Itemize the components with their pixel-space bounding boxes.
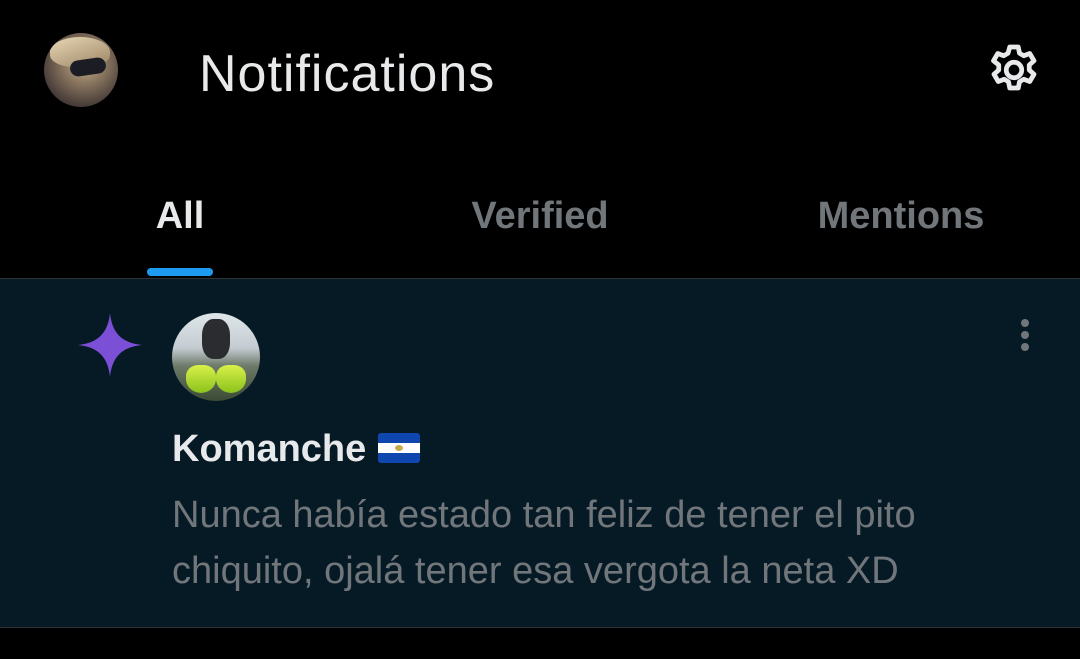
user-name[interactable]: Komanche — [172, 428, 366, 470]
more-vertical-icon — [1021, 343, 1029, 351]
notification-tabs: All Verified Mentions — [0, 150, 1080, 279]
profile-avatar[interactable] — [44, 33, 118, 107]
more-vertical-icon — [1021, 319, 1029, 327]
top-bar: Notifications — [0, 0, 1080, 150]
avatar-shoe — [186, 365, 216, 393]
settings-button[interactable] — [984, 40, 1044, 100]
page-title: Notifications — [199, 45, 496, 103]
gear-icon — [991, 44, 1037, 91]
more-options-button[interactable] — [1008, 315, 1042, 355]
tab-mentions[interactable]: Mentions — [780, 190, 1022, 242]
more-vertical-icon — [1021, 331, 1029, 339]
el-salvador-flag-icon — [378, 432, 421, 463]
user-name-line[interactable]: Komanche — [172, 425, 421, 473]
tab-all[interactable]: All — [120, 190, 240, 242]
active-tab-indicator — [147, 268, 213, 276]
user-avatar[interactable] — [172, 313, 260, 401]
tab-verified[interactable]: Verified — [420, 190, 660, 242]
post-text: Nunca había estado tan feliz de tener el… — [172, 494, 916, 592]
avatar-person — [202, 319, 230, 359]
notification-item[interactable]: Komanche Nunca había estado tan feliz de… — [0, 279, 1080, 628]
avatar-shoe — [216, 365, 246, 393]
sparkle-icon — [78, 313, 142, 377]
